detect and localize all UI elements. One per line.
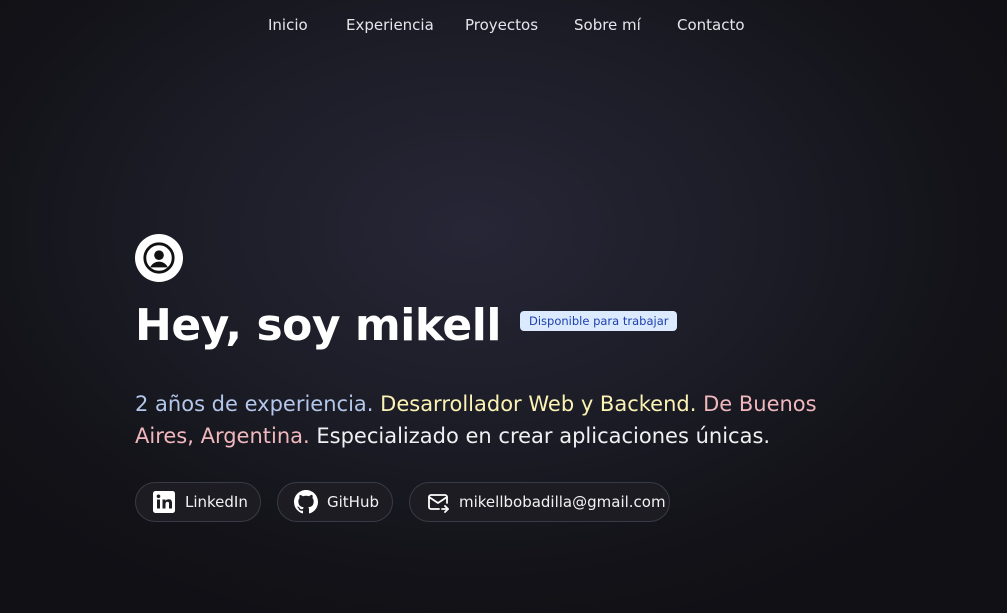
nav-link-contacto[interactable]: Contacto	[677, 16, 745, 34]
role-text: Desarrollador Web y Backend.	[380, 392, 697, 416]
nav-link-inicio[interactable]: Inicio	[268, 16, 308, 34]
headline: Hey, soy mikell Disponible para trabajar	[135, 298, 678, 354]
email-button[interactable]: mikellbobadilla@gmail.com	[409, 482, 670, 522]
hero-description: 2 años de experiencia. Desarrollador Web…	[135, 388, 835, 452]
linkedin-label: LinkedIn	[185, 493, 248, 511]
top-navigation: Inicio Experiencia Proyectos Sobre mí Co…	[0, 14, 1007, 40]
page-title: Hey, soy mikell	[135, 300, 501, 351]
specialty-text: Especializado en crear aplicaciones únic…	[316, 424, 771, 448]
mail-icon	[426, 490, 450, 514]
github-button[interactable]: GitHub	[277, 482, 393, 522]
nav-link-sobre-mi[interactable]: Sobre mí	[574, 16, 641, 34]
nav-link-experiencia[interactable]: Experiencia	[346, 16, 434, 34]
github-icon	[294, 490, 318, 514]
linkedin-icon	[152, 490, 176, 514]
github-label: GitHub	[327, 493, 379, 511]
nav-link-proyectos[interactable]: Proyectos	[465, 16, 538, 34]
experience-text: 2 años de experiencia.	[135, 392, 374, 416]
availability-badge: Disponible para trabajar	[520, 311, 678, 331]
user-circle-icon	[143, 242, 175, 274]
email-label: mikellbobadilla@gmail.com	[459, 493, 666, 511]
linkedin-button[interactable]: LinkedIn	[135, 482, 261, 522]
avatar	[135, 234, 183, 282]
